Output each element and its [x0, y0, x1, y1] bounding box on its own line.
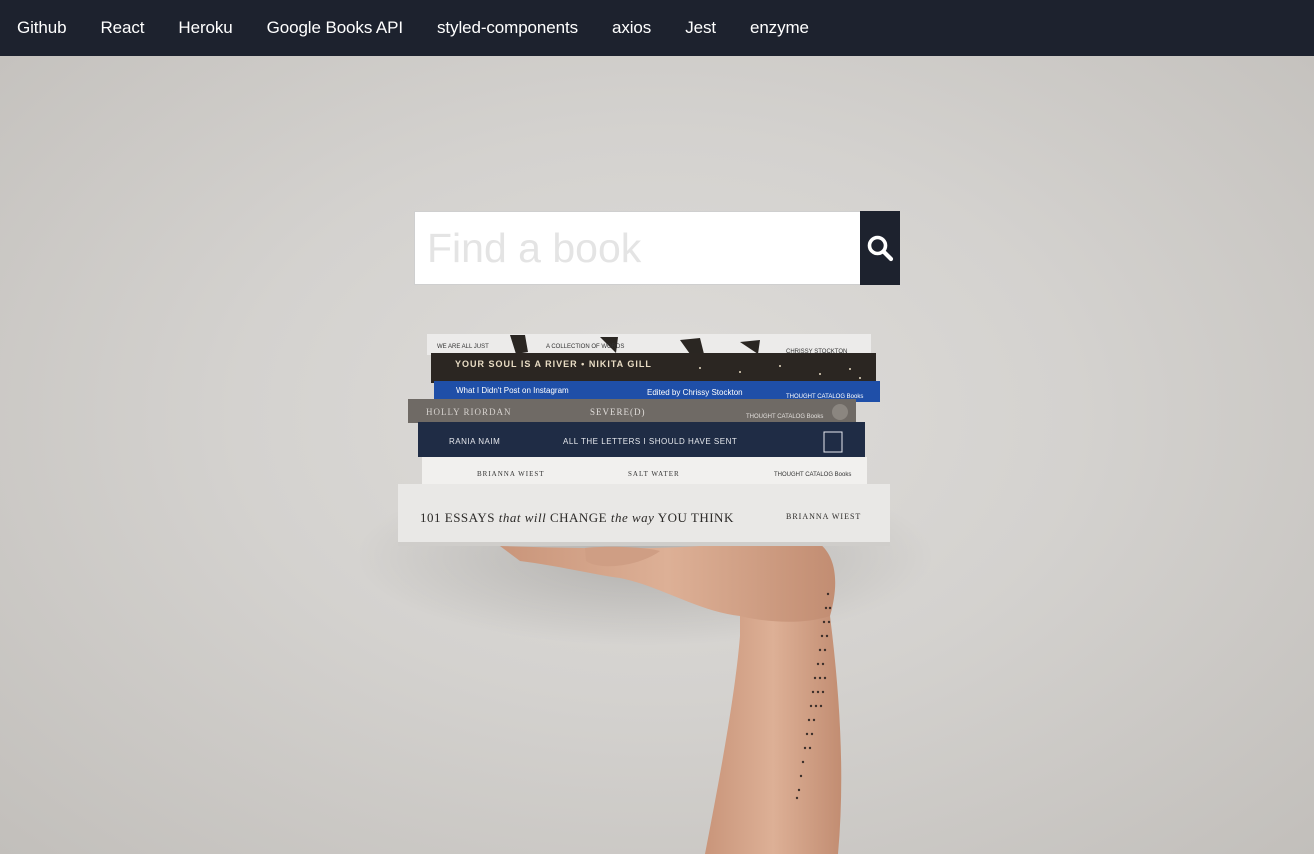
nav-link-axios[interactable]: axios [612, 0, 651, 56]
svg-text:THOUGHT CATALOG Books: THOUGHT CATALOG Books [774, 472, 851, 478]
svg-text:SEVERE(D): SEVERE(D) [590, 407, 646, 417]
svg-text:Edited by Chrissy Stockton: Edited by Chrissy Stockton [647, 388, 743, 397]
nav-link-github[interactable]: Github [17, 0, 67, 56]
svg-text:RANIA NAIM: RANIA NAIM [449, 437, 500, 446]
hero-section: WE ARE ALL JUST A COLLECTION OF WORDS CH… [0, 56, 1314, 854]
nav-link-heroku[interactable]: Heroku [178, 0, 232, 56]
svg-text:ALL THE LETTERS I SHOULD HAVE: ALL THE LETTERS I SHOULD HAVE SENT [563, 437, 737, 446]
search-button[interactable] [860, 211, 900, 285]
nav-link-jest[interactable]: Jest [685, 0, 716, 56]
nav-link-enzyme[interactable]: enzyme [750, 0, 809, 56]
search-icon [867, 235, 894, 262]
top-navigation: Github React Heroku Google Books API sty… [0, 0, 1314, 56]
svg-text:BRIANNA WIEST: BRIANNA WIEST [786, 512, 861, 521]
nav-link-react[interactable]: React [101, 0, 145, 56]
svg-text:101 ESSAYS that will CHANGE th: 101 ESSAYS that will CHANGE the way YOU … [420, 510, 734, 525]
search-input[interactable] [414, 211, 860, 285]
nav-link-google-books-api[interactable]: Google Books API [267, 0, 403, 56]
svg-text:HOLLY RIORDAN: HOLLY RIORDAN [426, 407, 512, 417]
svg-text:What I Didn't Post on Instagra: What I Didn't Post on Instagram [456, 386, 569, 395]
svg-text:BRIANNA WIEST: BRIANNA WIEST [477, 470, 545, 478]
hand-holding-books-photo: WE ARE ALL JUST A COLLECTION OF WORDS CH… [355, 334, 935, 854]
nav-link-styled-components[interactable]: styled-components [437, 0, 578, 56]
svg-text:WE ARE ALL JUST: WE ARE ALL JUST [437, 344, 489, 350]
svg-text:A COLLECTION OF WORDS: A COLLECTION OF WORDS [546, 344, 624, 350]
svg-text:THOUGHT CATALOG Books: THOUGHT CATALOG Books [746, 414, 823, 420]
svg-text:YOUR SOUL IS A RIVER • NIKIT: YOUR SOUL IS A RIVER • NIKITA GILL [455, 359, 652, 369]
svg-text:SALT WATER: SALT WATER [628, 470, 680, 478]
book-search-form [414, 211, 900, 285]
